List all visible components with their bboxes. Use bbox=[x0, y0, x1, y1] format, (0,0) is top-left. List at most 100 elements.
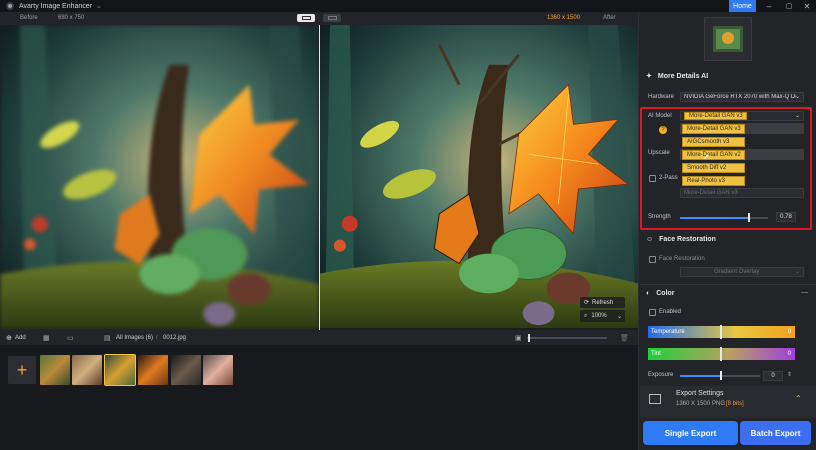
ai-model-select[interactable]: More-Detail GAN v3 ⌄ bbox=[680, 111, 804, 121]
thumbnail-selected[interactable] bbox=[104, 354, 136, 386]
two-pass-label: 2-Pass bbox=[659, 175, 678, 181]
disabled-model-value: More-Detail GAN v3 bbox=[684, 190, 738, 196]
chevron-down-icon: ⌄ bbox=[794, 113, 800, 119]
temperature-label: Temperature bbox=[651, 329, 685, 335]
temperature-value: 0 bbox=[787, 329, 791, 335]
ai-model-option-hover[interactable]: More-Detail GAN v2 bbox=[682, 150, 745, 160]
refresh-button[interactable]: ⟳ Refresh bbox=[580, 297, 625, 308]
home-button[interactable]: Home bbox=[729, 0, 756, 12]
thumbnail-size-knob[interactable] bbox=[528, 334, 530, 342]
single-export-button[interactable]: Single Export bbox=[643, 421, 738, 445]
stepper-icon[interactable]: ⇕ bbox=[787, 371, 792, 378]
before-label: Before bbox=[20, 15, 38, 21]
exposure-value[interactable]: 0 bbox=[763, 371, 783, 381]
ai-model-value: More-Detail GAN v3 bbox=[684, 112, 747, 120]
hardware-label: Hardware bbox=[648, 94, 675, 100]
after-label: After bbox=[603, 15, 616, 21]
color-enabled-checkbox[interactable] bbox=[649, 309, 656, 316]
after-image-art bbox=[320, 25, 638, 329]
add-label[interactable]: Add bbox=[15, 335, 26, 341]
image-size-icon: ▣ bbox=[515, 335, 522, 342]
strength-fill bbox=[680, 217, 748, 219]
side-by-side-toggle[interactable] bbox=[323, 14, 341, 22]
chevron-down-icon[interactable]: ⌄ bbox=[96, 2, 102, 10]
before-image[interactable] bbox=[0, 25, 319, 330]
chevron-down-icon: ⌄ bbox=[616, 313, 622, 320]
refresh-icon: ⟳ bbox=[584, 300, 590, 306]
thumbnail[interactable] bbox=[203, 355, 233, 385]
minimize-icon[interactable]: – bbox=[760, 0, 778, 12]
hardware-value: NVIDIA GeForce RTX 2070 with Max-Q Desig bbox=[684, 94, 796, 100]
thumbnail[interactable] bbox=[72, 355, 102, 385]
ai-model-option[interactable]: AIGCsmooth v3 bbox=[682, 137, 745, 147]
strength-knob[interactable] bbox=[748, 213, 750, 222]
after-image[interactable] bbox=[320, 25, 638, 330]
thumbnail[interactable] bbox=[138, 355, 168, 385]
add-icon[interactable]: ⊕ bbox=[6, 334, 12, 342]
refresh-label: Refresh bbox=[592, 299, 614, 306]
after-size: 1360 x 1500 bbox=[547, 15, 581, 21]
hardware-select[interactable]: NVIDIA GeForce RTX 2070 with Max-Q Desig… bbox=[680, 92, 804, 102]
face-restoration-header: ☺ Face Restoration bbox=[646, 236, 716, 243]
model-preview-art bbox=[713, 26, 743, 52]
expand-up-icon[interactable]: ⌃ bbox=[795, 394, 802, 403]
export-settings-icon bbox=[649, 394, 661, 404]
ai-model-option[interactable]: Smooth Diff v2 bbox=[682, 163, 745, 173]
export-size: 1360 X 1500 bbox=[676, 401, 711, 407]
export-bits: [8 bits] bbox=[726, 401, 744, 407]
compare-bar bbox=[0, 12, 638, 25]
tint-label: Tint bbox=[651, 351, 661, 357]
color-enabled-label: Enabled bbox=[659, 309, 682, 315]
two-pass-checkbox[interactable] bbox=[649, 175, 656, 182]
color-header: ◐ Color bbox=[646, 290, 675, 297]
strength-label: Strength bbox=[648, 214, 671, 220]
maximize-icon[interactable]: ▢ bbox=[780, 0, 798, 12]
collapse-icon[interactable]: — bbox=[801, 289, 808, 296]
thumbnail[interactable] bbox=[171, 355, 201, 385]
export-title: Export Settings bbox=[676, 390, 724, 397]
before-image-art bbox=[0, 25, 319, 330]
filmstrip-view-icon[interactable]: ▭ bbox=[67, 334, 74, 342]
breadcrumb-all-images[interactable]: All Images (6) bbox=[116, 335, 153, 341]
zoom-icon: ⌕ bbox=[584, 312, 588, 319]
face-restoration-checkbox[interactable] bbox=[649, 256, 656, 263]
add-image-button[interactable]: + bbox=[8, 356, 36, 384]
thumbnail-size-slider[interactable] bbox=[527, 337, 607, 339]
breadcrumb-separator: / bbox=[156, 335, 158, 341]
tint-knob[interactable] bbox=[720, 347, 722, 361]
temperature-knob[interactable] bbox=[720, 325, 722, 339]
zoom-value: 100% bbox=[591, 313, 607, 319]
app-title: Avarty Image Enhancer bbox=[19, 2, 93, 10]
ai-model-label: AI Model bbox=[648, 113, 672, 119]
close-icon[interactable]: ✕ bbox=[798, 0, 816, 12]
zoom-control[interactable]: ⌕ 100% ⌄ bbox=[580, 310, 625, 322]
face-section-title: Face Restoration bbox=[659, 236, 716, 243]
folder-icon: ▤ bbox=[104, 335, 111, 342]
ai-model-option[interactable]: More-Detail GAN v3 bbox=[682, 124, 745, 134]
help-icon[interactable]: ? bbox=[659, 126, 667, 134]
ai-model-option[interactable]: Real-Photo v3 bbox=[682, 176, 745, 186]
exposure-label: Exposure bbox=[648, 372, 674, 378]
grid-view-icon[interactable]: ▦ bbox=[43, 334, 50, 342]
title-bar: Avarty Image Enhancer ⌄ bbox=[0, 0, 816, 12]
color-section-title: Color bbox=[656, 290, 675, 297]
export-format: PNG bbox=[712, 401, 726, 407]
thumbnail[interactable] bbox=[40, 355, 70, 385]
upscale-label: Upscale bbox=[648, 150, 670, 156]
chevron-down-icon: ⌄ bbox=[794, 94, 800, 100]
exposure-knob[interactable] bbox=[720, 371, 722, 380]
face-restoration-label: Face Restoration bbox=[659, 256, 705, 262]
mouse-cursor-icon: ➚ bbox=[703, 152, 710, 161]
face-style-select: Gradient Overlay ⌄ bbox=[680, 267, 804, 277]
face-icon: ☺ bbox=[646, 236, 654, 243]
strength-value[interactable]: 0.78 bbox=[776, 212, 796, 222]
model-preview bbox=[704, 17, 752, 61]
trash-icon[interactable]: 🗑 bbox=[620, 334, 629, 342]
batch-export-button[interactable]: Batch Export bbox=[740, 421, 811, 445]
disabled-model-select: More-Detail GAN v3 bbox=[680, 188, 804, 198]
palette-icon: ◐ bbox=[646, 290, 651, 297]
split-divider[interactable] bbox=[319, 25, 320, 330]
more-details-header: ✦ More Details AI bbox=[646, 72, 708, 81]
app-logo-icon bbox=[6, 2, 14, 10]
split-view-toggle[interactable] bbox=[297, 14, 315, 22]
